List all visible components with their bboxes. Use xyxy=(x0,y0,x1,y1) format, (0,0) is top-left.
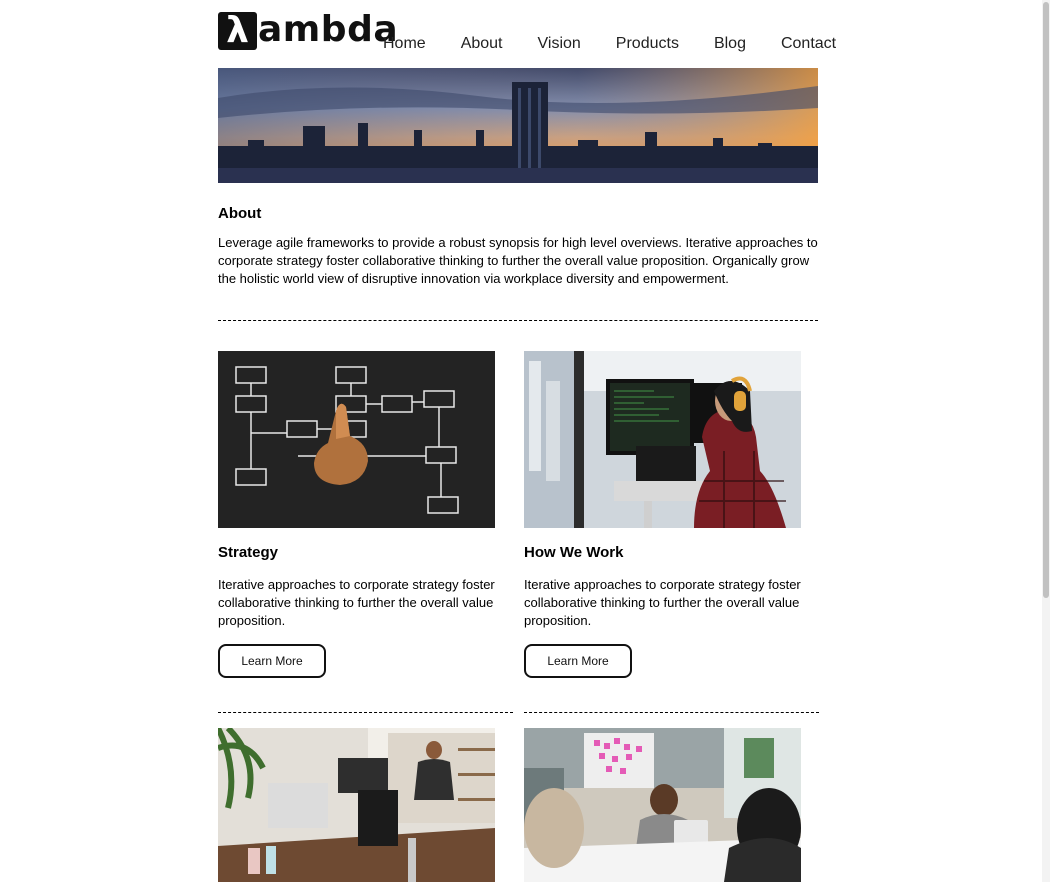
flowchart-image xyxy=(218,351,495,528)
meeting-image xyxy=(524,728,801,882)
nav-products[interactable]: Products xyxy=(616,35,679,53)
card-divider-right xyxy=(524,712,819,713)
main-nav: Home About Vision Products Blog Contact xyxy=(383,35,871,53)
card-divider-left xyxy=(218,712,513,713)
learn-more-button[interactable]: Learn More xyxy=(218,644,326,678)
section-divider xyxy=(218,320,818,321)
developer-workstation-image xyxy=(524,351,801,528)
learn-more-button[interactable]: Learn More xyxy=(524,644,632,678)
nav-about[interactable]: About xyxy=(461,35,503,53)
brand-logo[interactable]: λ ambda xyxy=(218,10,398,52)
card-heading: How We Work xyxy=(524,544,624,561)
about-heading: About xyxy=(218,205,262,222)
city-skyline-image xyxy=(218,68,818,183)
about-text: Leverage agile frameworks to provide a r… xyxy=(218,235,818,286)
logo-wordmark: ambda xyxy=(258,9,399,50)
scrollbar-thumb[interactable] xyxy=(1043,2,1049,598)
nav-home[interactable]: Home xyxy=(383,35,426,53)
card-text: Iterative approaches to corporate strate… xyxy=(524,577,801,628)
nav-vision[interactable]: Vision xyxy=(538,35,581,53)
page-scrollbar[interactable] xyxy=(1042,0,1050,882)
card-how-we-work: How We Work Iterative approaches to corp… xyxy=(524,351,819,678)
lambda-logo-icon: λ xyxy=(218,12,257,50)
nav-blog[interactable]: Blog xyxy=(714,35,746,53)
office-desk-image xyxy=(218,728,495,882)
card-strategy: Strategy Iterative approaches to corpora… xyxy=(218,351,513,678)
card-heading: Strategy xyxy=(218,544,279,561)
card-text: Iterative approaches to corporate strate… xyxy=(218,577,495,628)
nav-contact[interactable]: Contact xyxy=(781,35,836,53)
